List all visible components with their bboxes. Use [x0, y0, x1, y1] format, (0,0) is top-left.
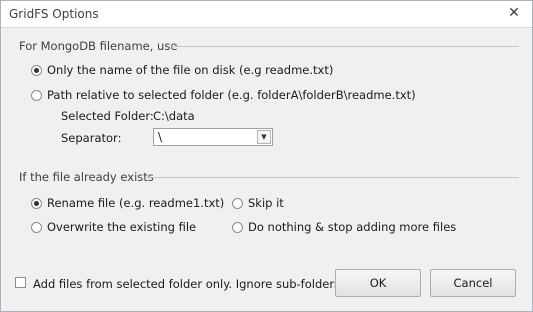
radio-overwrite[interactable]: Overwrite the existing file	[31, 220, 196, 234]
radio-name-only-label: Only the name of the file on disk (e.g r…	[47, 63, 334, 77]
separator-label: Separator:	[61, 131, 122, 145]
gridfs-options-dialog: GridFS Options ✕ For MongoDB filename, u…	[0, 0, 533, 312]
radio-stop[interactable]: Do nothing & stop adding more files	[232, 220, 456, 234]
radio-stop-label: Do nothing & stop adding more files	[248, 220, 457, 234]
filename-section-title: For MongoDB filename, use	[19, 39, 178, 53]
radio-selected-dot	[34, 200, 39, 206]
exists-section-title: If the file already exists	[19, 170, 154, 184]
separator-select[interactable]: \ ▼	[153, 128, 273, 146]
cancel-button[interactable]: Cancel	[430, 269, 516, 297]
close-icon[interactable]: ✕	[506, 5, 522, 21]
title-bar: GridFS Options ✕	[1, 1, 532, 28]
radio-rename-label: Rename file (e.g. readme1.txt)	[47, 196, 225, 210]
ignore-subfolders-label[interactable]: Add files from selected folder only. Ign…	[33, 277, 340, 291]
radio-overwrite-label: Overwrite the existing file	[47, 220, 197, 234]
filename-section-divider	[171, 46, 519, 47]
ok-button[interactable]: OK	[335, 269, 421, 297]
radio-circle	[31, 197, 42, 209]
radio-skip[interactable]: Skip it	[232, 196, 284, 210]
radio-name-only[interactable]: Only the name of the file on disk (e.g r…	[31, 63, 333, 77]
radio-circle	[232, 197, 243, 209]
window-title: GridFS Options	[9, 7, 99, 21]
exists-section-divider	[145, 177, 519, 178]
radio-relative-path-label: Path relative to selected folder (e.g. f…	[47, 88, 416, 102]
radio-rename[interactable]: Rename file (e.g. readme1.txt)	[31, 196, 224, 210]
radio-circle	[31, 221, 42, 233]
chevron-down-icon[interactable]: ▼	[257, 130, 271, 144]
radio-relative-path[interactable]: Path relative to selected folder (e.g. f…	[31, 88, 416, 102]
selected-folder-label: Selected Folder:	[61, 109, 154, 123]
radio-circle	[31, 89, 42, 101]
selected-folder-value: C:\data	[153, 109, 195, 123]
radio-selected-dot	[34, 67, 39, 73]
radio-skip-label: Skip it	[248, 196, 284, 210]
radio-circle	[232, 221, 243, 233]
separator-value: \	[158, 130, 163, 144]
radio-circle	[31, 64, 42, 76]
ignore-subfolders-checkbox[interactable]	[15, 277, 26, 288]
